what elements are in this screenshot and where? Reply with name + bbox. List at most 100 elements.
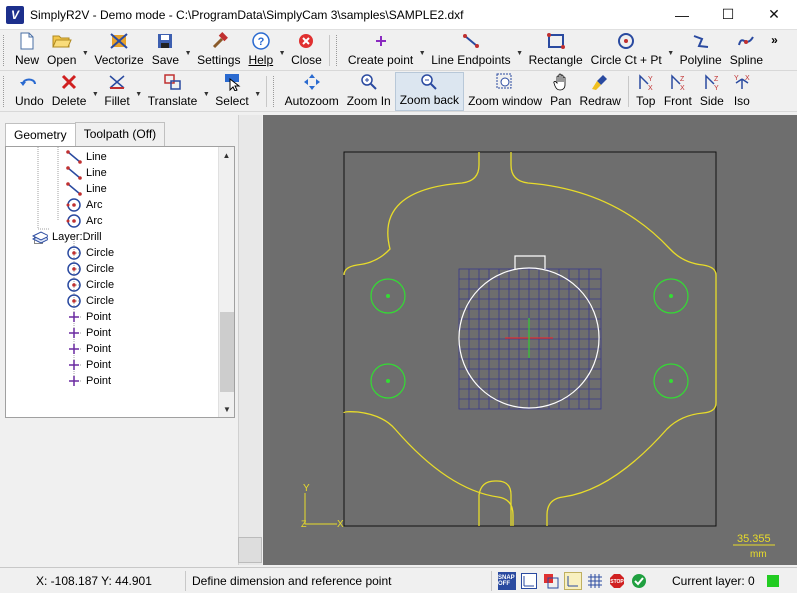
polyline-button[interactable]: Polyline <box>676 31 726 70</box>
delete-dropdown-icon[interactable]: ▼ <box>90 72 100 111</box>
view-top-button[interactable]: YX Top <box>632 72 660 111</box>
autozoom-button[interactable]: Autozoom <box>281 72 343 111</box>
settings-button[interactable]: Settings <box>193 31 244 70</box>
translate-dropdown-icon[interactable]: ▼ <box>201 72 211 111</box>
zoom-back-label: Zoom back <box>399 93 460 107</box>
minimize-button[interactable]: — <box>659 0 705 30</box>
tree-item[interactable]: Circle <box>66 293 114 309</box>
status-message: Define dimension and reference point <box>186 570 492 591</box>
open-button[interactable]: Open <box>43 31 80 70</box>
view-front-button[interactable]: ZX Front <box>660 72 696 111</box>
help-dropdown-icon[interactable]: ▼ <box>277 31 287 70</box>
translate-button[interactable]: Translate <box>144 72 202 111</box>
new-file-icon <box>17 31 37 51</box>
close-window-button[interactable]: ✕ <box>751 0 797 30</box>
tree-item[interactable]: Circle <box>66 277 114 293</box>
tree-item[interactable]: Arc <box>66 213 103 229</box>
splitter-button[interactable] <box>238 537 262 563</box>
view-side-button[interactable]: ZY Side <box>696 72 728 111</box>
save-button[interactable]: Save <box>148 31 183 70</box>
vectorize-button[interactable]: Vectorize <box>90 31 147 70</box>
redraw-button[interactable]: Redraw <box>575 72 624 111</box>
create-point-button[interactable]: Create point <box>344 31 417 70</box>
new-button[interactable]: New <box>11 31 43 70</box>
angle-snap-icon[interactable] <box>520 572 538 590</box>
toolbar-separator <box>328 35 330 66</box>
tree-item-label: Line <box>86 183 107 195</box>
stop-icon[interactable]: STOP <box>608 572 626 590</box>
close-button[interactable]: Close <box>287 31 326 70</box>
tree-item[interactable]: Circle <box>66 245 114 261</box>
spline-button[interactable]: Spline <box>726 31 767 70</box>
scroll-up-icon[interactable]: ▲ <box>219 147 234 163</box>
scale-unit: mm <box>750 549 767 560</box>
tree-item[interactable]: Point <box>66 357 111 373</box>
scroll-down-icon[interactable]: ▼ <box>219 401 234 417</box>
tree-item[interactable]: Point <box>66 373 111 389</box>
view-iso-button[interactable]: YX Iso <box>728 72 756 111</box>
tree-item-label: Line <box>86 167 107 179</box>
toolbar-grip[interactable] <box>3 35 9 66</box>
fillet-dropdown-icon[interactable]: ▼ <box>134 72 144 111</box>
svg-text:STOP: STOP <box>610 579 624 585</box>
create-point-dropdown-icon[interactable]: ▼ <box>417 31 427 70</box>
axis-z-label: Z <box>301 519 307 529</box>
snap-off-icon[interactable]: SNAP OFF <box>498 571 516 590</box>
rectangle-button[interactable]: Rectangle <box>525 31 587 70</box>
tree-item[interactable]: Arc <box>66 197 103 213</box>
tree-item[interactable]: Line <box>66 181 107 197</box>
edit-toolbar: Undo Delete ▼ Fillet ▼ Translate ▼ Selec… <box>0 72 797 112</box>
pan-button[interactable]: Pan <box>546 72 575 111</box>
tree-item[interactable]: Point <box>66 325 111 341</box>
tree-item[interactable]: Layer:Drill <box>32 229 102 245</box>
scale-value: 35.355 <box>737 533 771 545</box>
iso-view-icon: YX <box>732 72 752 92</box>
zoom-window-button[interactable]: Zoom window <box>464 72 546 111</box>
tree-item-label: Layer:Drill <box>52 231 102 243</box>
line-icon <box>66 166 82 180</box>
toolbar-grip[interactable] <box>3 76 9 107</box>
zoom-back-button[interactable]: Zoom back <box>394 72 465 111</box>
circle-dropdown-icon[interactable]: ▼ <box>666 31 676 70</box>
maximize-button[interactable]: ☐ <box>705 0 751 30</box>
undo-button[interactable]: Undo <box>11 72 48 111</box>
delete-button[interactable]: Delete <box>48 72 91 111</box>
create-point-label: Create point <box>347 53 414 67</box>
tree-scroll-thumb[interactable] <box>220 312 234 392</box>
tree-scrollbar[interactable]: ▲ ▼ <box>218 147 234 417</box>
zoom-in-button[interactable]: Zoom In <box>343 72 395 111</box>
select-button[interactable]: Select <box>211 72 252 111</box>
layer-snap-icon[interactable] <box>542 572 560 590</box>
ortho-icon[interactable] <box>564 571 582 590</box>
tree-item[interactable]: Line <box>66 165 107 181</box>
left-panel: Geometry Toolpath (Off) Line Line Line Arc A… <box>3 122 237 565</box>
tab-geometry[interactable]: Geometry <box>5 123 76 147</box>
grid-icon[interactable] <box>586 572 604 590</box>
tree-item[interactable]: Point <box>66 309 111 325</box>
line-endpoints-button[interactable]: Line Endpoints <box>427 31 514 70</box>
circle-button[interactable]: Circle Ct + Pt <box>587 31 666 70</box>
drawing-canvas[interactable]: Y X Z 35.355 mm <box>263 115 797 565</box>
panel-splitter[interactable] <box>238 115 262 565</box>
layer-color-swatch[interactable] <box>766 574 779 587</box>
tree-item[interactable]: Line <box>66 149 107 165</box>
toolbar-grip[interactable] <box>335 35 342 66</box>
line-dropdown-icon[interactable]: ▼ <box>515 31 525 70</box>
tree-item-label: Point <box>86 327 112 339</box>
toolbar-overflow-button[interactable]: » <box>767 31 782 70</box>
fillet-icon <box>107 72 127 92</box>
svg-text:X: X <box>648 85 653 91</box>
open-dropdown-icon[interactable]: ▼ <box>80 31 90 70</box>
check-icon[interactable] <box>630 572 648 590</box>
tab-toolpath[interactable]: Toolpath (Off) <box>74 122 166 146</box>
help-label: Help <box>248 53 274 67</box>
geometry-tree[interactable]: Line Line Line Arc Arc Layer:Drill Circle Circl… <box>5 146 235 418</box>
tree-item[interactable]: Circle <box>66 261 114 277</box>
select-dropdown-icon[interactable]: ▼ <box>253 72 263 111</box>
save-dropdown-icon[interactable]: ▼ <box>183 31 193 70</box>
help-button[interactable]: ? Help <box>244 31 277 70</box>
tree-item[interactable]: Point <box>66 341 111 357</box>
fillet-button[interactable]: Fillet <box>100 72 133 111</box>
line-icon <box>66 150 82 164</box>
toolbar-grip[interactable] <box>272 76 279 107</box>
